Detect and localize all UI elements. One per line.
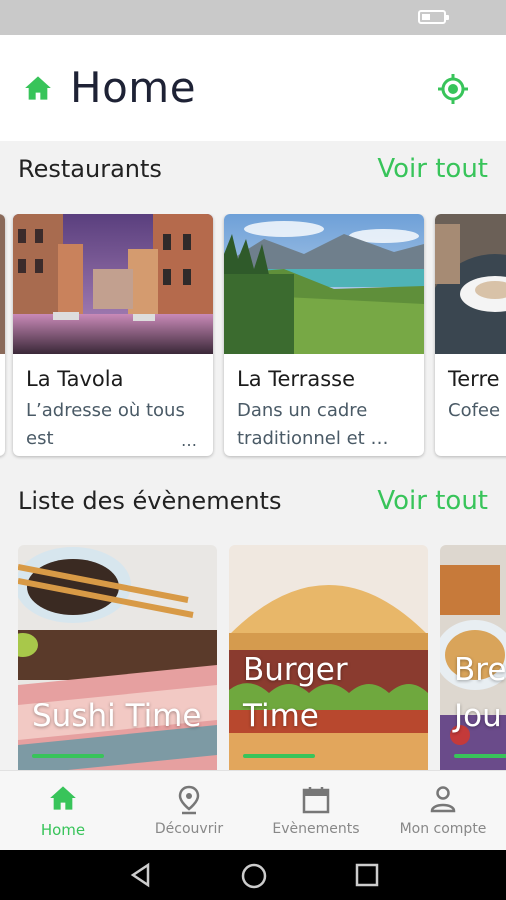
back-icon[interactable] — [128, 862, 154, 888]
status-bar — [0, 0, 506, 35]
bottom-navigation: Home Découvrir Evènements Mon compte — [0, 770, 506, 850]
page-title: Home — [70, 63, 197, 112]
home-icon — [50, 786, 76, 810]
restaurant-description: Cofee — [448, 400, 501, 421]
events-carousel[interactable]: Sushi Time Burger Time Bre Jou — [0, 545, 506, 770]
restaurants-section-title: Restaurants — [18, 155, 162, 183]
restaurant-name: La Tavola — [26, 367, 124, 391]
restaurant-name: La Terrasse — [237, 367, 355, 391]
event-card-brunch[interactable]: Bre Jou — [440, 545, 506, 770]
event-title: Sushi Time — [32, 698, 202, 734]
restaurant-card-la-tavola[interactable]: La Tavola L’adresse où tous est … — [13, 214, 213, 456]
event-card-burger-time[interactable]: Burger Time — [229, 545, 428, 770]
location-pin-icon — [178, 785, 200, 815]
events-section-title: Liste des évènements — [18, 487, 282, 515]
event-card-sushi-time[interactable]: Sushi Time — [18, 545, 217, 770]
nav-mon-compte[interactable]: Mon compte — [380, 771, 506, 851]
restaurant-card-la-terrasse[interactable]: La Terrasse Dans un cadre traditionnel e… — [224, 214, 424, 456]
account-icon — [430, 786, 456, 813]
restaurant-image — [0, 214, 5, 354]
app-bar: Home — [0, 35, 506, 141]
nav-evenements[interactable]: Evènements — [253, 771, 379, 851]
home-circle-icon[interactable] — [240, 862, 268, 890]
event-accent-bar — [243, 754, 315, 758]
nav-home[interactable]: Home — [0, 771, 126, 851]
event-title-line1: Bre — [454, 652, 506, 688]
restaurant-description: Dans un cadre traditionnel et … — [237, 400, 389, 449]
event-accent-bar — [32, 754, 104, 758]
restaurant-image — [435, 214, 506, 354]
event-title-line2: Jou — [454, 698, 502, 734]
restaurant-card-terre[interactable]: Terre Cofee — [435, 214, 506, 456]
nav-label: Mon compte — [399, 821, 487, 837]
event-accent-bar — [454, 754, 506, 758]
nav-label: Home — [40, 821, 86, 839]
restaurants-see-all-link[interactable]: Voir tout — [377, 154, 488, 184]
event-title-line2: Time — [243, 698, 319, 734]
home-icon — [25, 76, 51, 100]
calendar-icon — [302, 787, 330, 814]
system-navigation-bar — [0, 850, 506, 900]
nav-label: Evènements — [272, 821, 360, 837]
restaurant-description: L’adresse où tous est — [26, 400, 185, 449]
restaurant-image — [13, 214, 213, 354]
restaurants-carousel[interactable]: La Tavola L’adresse où tous est … La Ter… — [0, 214, 506, 460]
restaurant-name: Terre — [448, 367, 500, 391]
restaurant-card[interactable] — [0, 214, 5, 456]
events-see-all-link[interactable]: Voir tout — [377, 486, 488, 516]
restaurant-image — [224, 214, 424, 354]
ellipsis: … — [181, 431, 197, 450]
my-location-icon[interactable] — [436, 72, 470, 106]
nav-decouvrir[interactable]: Découvrir — [126, 771, 252, 851]
recent-apps-icon[interactable] — [354, 862, 380, 888]
battery-icon — [418, 10, 449, 24]
event-title-line1: Burger — [243, 652, 348, 688]
nav-label: Découvrir — [154, 821, 224, 837]
